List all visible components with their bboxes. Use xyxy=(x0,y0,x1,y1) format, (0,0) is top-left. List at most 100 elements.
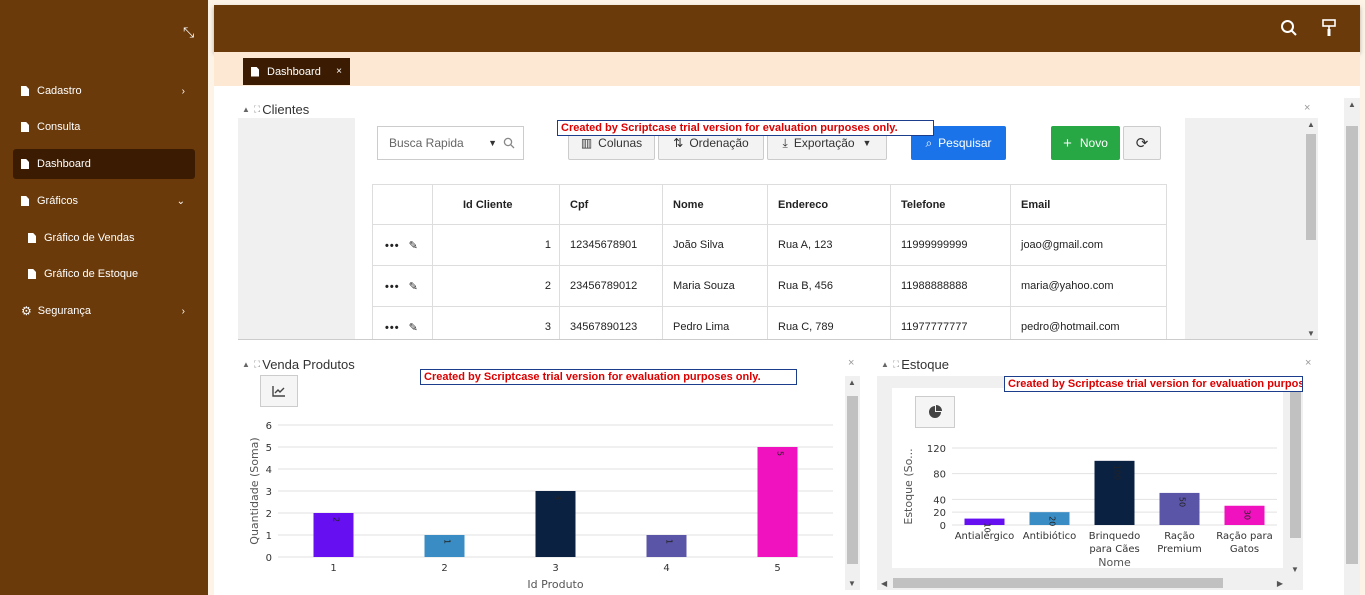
document-icon xyxy=(21,159,29,169)
scroll-left-icon[interactable]: ◀ xyxy=(881,579,887,588)
data-label: 30 xyxy=(1243,510,1252,520)
sidebar-item-grafico-estoque[interactable]: Gráfico de Estoque xyxy=(13,259,195,289)
columns-icon: ▥ xyxy=(580,136,593,150)
paint-brush-icon[interactable] xyxy=(1320,18,1338,38)
row-actions: ••• ✎ xyxy=(372,306,433,340)
refresh-button[interactable]: ⟳ xyxy=(1123,126,1161,160)
scroll-down-icon[interactable]: ▼ xyxy=(848,579,856,588)
vendas-widget-title: ▲ ⛶ Venda Produtos xyxy=(242,357,355,372)
novo-button[interactable]: + Novo xyxy=(1051,126,1120,160)
table-row[interactable]: ••• ✎ 3 34567890123 Pedro Lima Rua C, 789 119… xyxy=(372,306,1167,340)
table-header-row: Id Cliente Cpf Nome Endereco Telefone Em… xyxy=(372,184,1167,225)
data-label: 1 xyxy=(443,539,452,544)
close-widget-icon[interactable]: × xyxy=(1305,357,1311,369)
close-widget-icon[interactable]: × xyxy=(848,357,854,369)
sidebar-item-consulta[interactable]: Consulta xyxy=(13,112,195,142)
data-label: 5 xyxy=(776,451,785,456)
sidebar-item-seguranca[interactable]: ⚙ Segurança › xyxy=(13,296,195,326)
chevron-right-icon: › xyxy=(181,305,185,317)
expand-icon[interactable]: ⛶ xyxy=(254,359,260,370)
x-tick-label: Antibiótico xyxy=(1023,530,1076,542)
chart-type-button[interactable] xyxy=(260,375,298,407)
estoque-hscrollbar[interactable]: ◀ ▶ xyxy=(877,576,1303,590)
table-cell-nome: Pedro Lima xyxy=(662,306,768,340)
bar xyxy=(535,491,576,557)
more-icon[interactable]: ••• xyxy=(385,322,400,334)
x-tick-label: Premium xyxy=(1157,544,1202,555)
quick-search-input[interactable]: Busca Rapida ▼ xyxy=(377,126,524,160)
quick-search-placeholder: Busca Rapida xyxy=(389,136,464,150)
expand-icon[interactable]: ⛶ xyxy=(254,104,260,115)
scroll-up-icon[interactable]: ▲ xyxy=(1307,120,1315,129)
estoque-vscrollbar[interactable]: ▲ ▼ xyxy=(1288,376,1303,576)
table-row[interactable]: ••• ✎ 2 23456789012 Maria Souza Rua B, 456 11… xyxy=(372,265,1167,307)
more-icon[interactable]: ••• xyxy=(385,240,400,252)
close-widget-icon[interactable]: × xyxy=(1304,102,1310,114)
table-cell-id: 2 xyxy=(432,265,560,307)
scrollbar-thumb[interactable] xyxy=(1346,126,1358,564)
expand-icon[interactable]: ⛶ xyxy=(893,359,899,370)
x-tick-label: 3 xyxy=(552,563,558,574)
y-tick-label: 0 xyxy=(266,553,272,564)
x-tick-label: para Cães xyxy=(1089,544,1139,555)
more-icon[interactable]: ••• xyxy=(385,281,400,293)
plus-icon: + xyxy=(1063,134,1072,152)
widget-title-label: Clientes xyxy=(262,102,310,117)
vendas-scrollbar[interactable]: ▲ ▼ xyxy=(845,376,860,590)
column-header-endereco[interactable]: Endereco xyxy=(767,184,891,225)
table-cell-id: 1 xyxy=(432,224,560,266)
sidebar-item-cadastro[interactable]: Cadastro › xyxy=(13,76,195,106)
x-axis-label: Id Produto xyxy=(527,578,583,591)
scroll-right-icon[interactable]: ▶ xyxy=(1277,579,1283,588)
edit-icon[interactable]: ✎ xyxy=(409,240,418,252)
caret-up-icon[interactable]: ▲ xyxy=(881,360,889,369)
y-tick-label: 2 xyxy=(266,509,272,520)
table-row[interactable]: ••• ✎ 1 12345678901 João Silva Rua A, 123 119… xyxy=(372,224,1167,266)
tab-dashboard[interactable]: Dashboard × xyxy=(243,58,350,85)
collapse-sidebar-icon[interactable]: ⤡ xyxy=(183,24,194,41)
line-chart-icon xyxy=(272,386,285,397)
caret-up-icon[interactable]: ▲ xyxy=(242,360,250,369)
scrollbar-thumb[interactable] xyxy=(1306,134,1316,240)
row-actions: ••• ✎ xyxy=(372,265,433,307)
column-header-nome[interactable]: Nome xyxy=(662,184,768,225)
document-icon xyxy=(21,86,29,96)
widget-title-label: Venda Produtos xyxy=(262,357,355,372)
clientes-scrollbar[interactable]: ▲ ▼ xyxy=(1304,118,1318,340)
scroll-down-icon[interactable]: ▼ xyxy=(1307,329,1315,338)
row-actions: ••• ✎ xyxy=(372,224,433,266)
button-label: Colunas xyxy=(598,136,643,150)
edit-icon[interactable]: ✎ xyxy=(409,281,418,293)
chart-type-button[interactable] xyxy=(915,396,955,428)
trial-watermark: Created by Scriptcase trial version for … xyxy=(557,120,934,136)
column-header-email[interactable]: Email xyxy=(1010,184,1167,225)
y-tick-label: 6 xyxy=(266,421,272,432)
caret-up-icon[interactable]: ▲ xyxy=(242,105,250,114)
refresh-icon: ⟳ xyxy=(1135,135,1149,152)
caret-down-icon[interactable]: ▼ xyxy=(488,138,497,148)
column-header-cpf[interactable]: Cpf xyxy=(559,184,663,225)
page-scrollbar[interactable]: ▲ xyxy=(1344,98,1360,595)
scrollbar-thumb[interactable] xyxy=(847,396,858,564)
edit-icon[interactable]: ✎ xyxy=(409,322,418,334)
close-tab-icon[interactable]: × xyxy=(336,66,342,77)
search-icon[interactable] xyxy=(1280,19,1298,37)
scroll-down-icon[interactable]: ▼ xyxy=(1291,565,1299,574)
sidebar-item-graficos[interactable]: Gráficos ⌄ xyxy=(13,186,195,216)
search-icon[interactable] xyxy=(503,137,515,149)
table-cell-endereco: Rua C, 789 xyxy=(767,306,891,340)
scrollbar-thumb[interactable] xyxy=(1290,392,1301,538)
y-tick-label: 40 xyxy=(933,495,946,506)
y-tick-label: 20 xyxy=(933,508,946,519)
sidebar-item-grafico-vendas[interactable]: Gráfico de Vendas xyxy=(13,223,195,253)
scroll-up-icon[interactable]: ▲ xyxy=(1348,100,1356,109)
scroll-up-icon[interactable]: ▲ xyxy=(848,378,856,387)
scrollbar-thumb[interactable] xyxy=(893,578,1223,588)
download-icon: ⤓ xyxy=(782,135,788,150)
tab-strip: Dashboard × xyxy=(214,52,1360,86)
table-cell-email: pedro@hotmail.com xyxy=(1010,306,1167,340)
sidebar-item-dashboard[interactable]: Dashboard xyxy=(13,149,195,179)
column-header-telefone[interactable]: Telefone xyxy=(890,184,1011,225)
x-tick-label: 1 xyxy=(330,563,336,574)
column-header-id[interactable]: Id Cliente xyxy=(432,184,560,225)
